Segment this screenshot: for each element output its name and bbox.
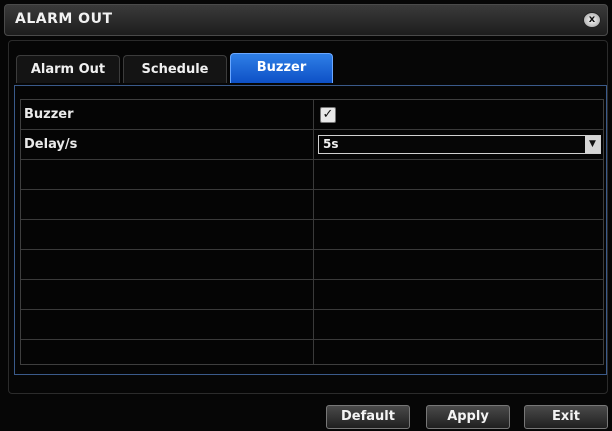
close-icon[interactable]: x	[583, 12, 601, 28]
default-button[interactable]: Default	[326, 405, 410, 429]
delay-label: Delay/s	[24, 137, 78, 152]
tab-schedule[interactable]: Schedule	[123, 55, 227, 83]
buzzer-row: Buzzer ✓	[21, 100, 603, 130]
empty-row	[21, 160, 603, 190]
empty-row	[21, 340, 603, 370]
buzzer-label: Buzzer	[24, 107, 74, 122]
empty-row	[21, 220, 603, 250]
delay-select-value: 5s	[323, 137, 339, 151]
chevron-down-icon[interactable]: ▼	[585, 136, 600, 153]
buzzer-checkbox[interactable]: ✓	[320, 107, 336, 123]
settings-grid: Buzzer ✓ Delay/s 5s ▼	[20, 99, 604, 365]
delay-row: Delay/s 5s ▼	[21, 130, 603, 160]
title-bar: ALARM OUT x	[4, 4, 608, 36]
apply-button[interactable]: Apply	[426, 405, 510, 429]
tab-buzzer[interactable]: Buzzer	[230, 53, 333, 83]
empty-row	[21, 250, 603, 280]
empty-row	[21, 310, 603, 340]
alarm-out-window: ALARM OUT x Alarm Out Schedule Buzzer Bu…	[0, 0, 612, 431]
empty-row	[21, 190, 603, 220]
window-title: ALARM OUT	[15, 11, 113, 27]
delay-select[interactable]: 5s ▼	[318, 135, 601, 154]
empty-row	[21, 280, 603, 310]
tab-alarm-out[interactable]: Alarm Out	[16, 55, 120, 83]
exit-button[interactable]: Exit	[524, 405, 608, 429]
